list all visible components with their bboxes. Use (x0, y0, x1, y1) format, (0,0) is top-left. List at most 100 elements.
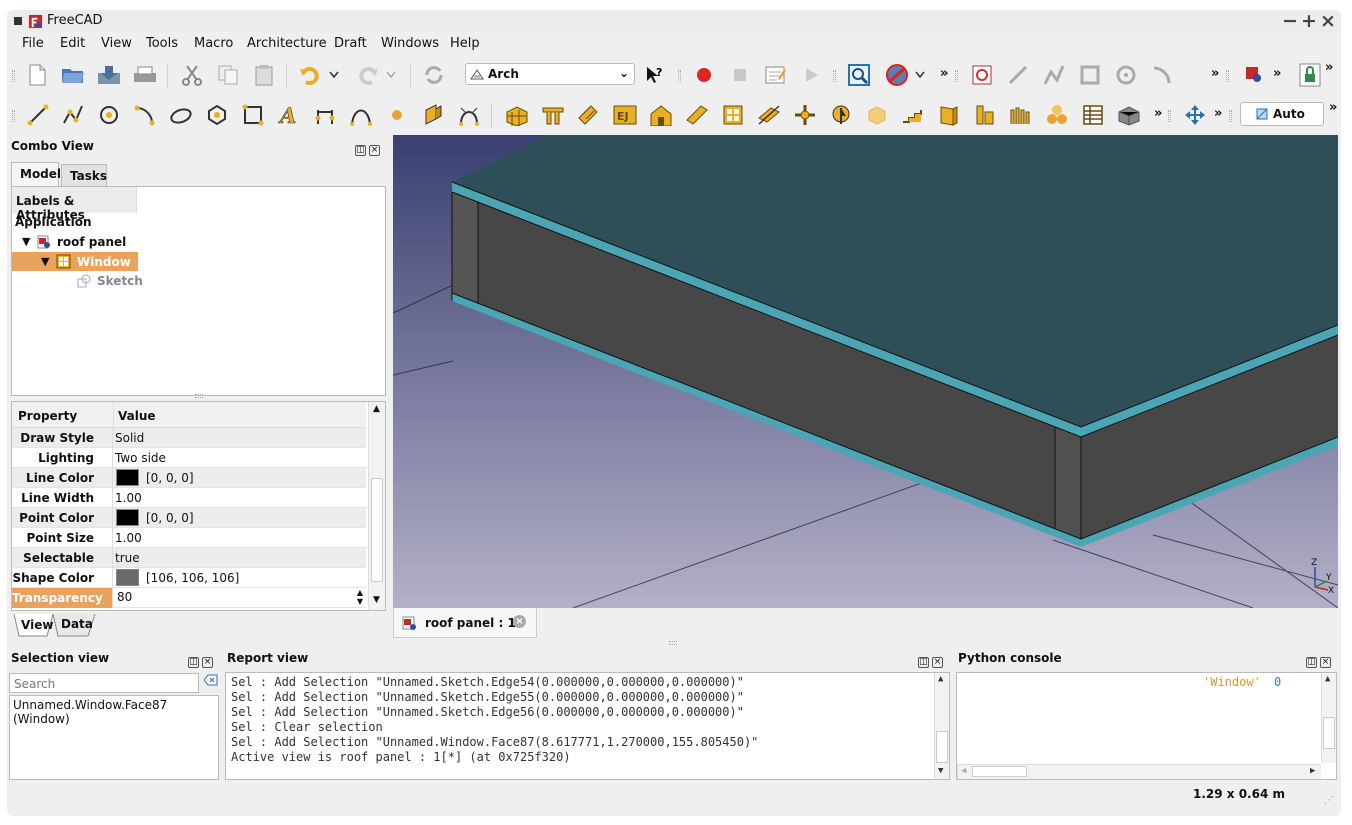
float-icon[interactable]: ◫ (1306, 657, 1317, 668)
toolbar-overflow-chevron-icon[interactable]: » (1154, 106, 1162, 121)
draft-line-icon[interactable] (25, 102, 51, 128)
undo-icon[interactable] (297, 62, 323, 88)
draft-ellipse-icon[interactable] (168, 102, 194, 128)
property-row-line-color[interactable]: Line Color [0, 0, 0] (12, 468, 366, 488)
scrollbar-thumb[interactable] (371, 478, 383, 582)
toolbar-overflow-chevron-icon[interactable]: » (1329, 100, 1337, 115)
transparency-input[interactable]: 80 (115, 590, 363, 606)
python-console[interactable]: 'Window' 0 ▲ ◀ ▶ (956, 672, 1337, 780)
tree-item-window[interactable]: ▼ Window (12, 252, 138, 271)
close-icon[interactable]: × (1320, 657, 1331, 668)
close-icon[interactable]: × (202, 657, 213, 668)
draft-circle-icon[interactable] (96, 102, 122, 128)
close-icon[interactable]: × (369, 145, 380, 156)
tab-tasks[interactable]: Tasks (61, 164, 107, 188)
freecad-part-icon[interactable] (1241, 62, 1267, 88)
cut-icon[interactable] (179, 62, 205, 88)
open-file-icon[interactable] (60, 62, 86, 88)
copy-icon[interactable] (215, 62, 241, 88)
close-button[interactable]: × (1320, 10, 1336, 32)
menu-tools[interactable]: Tools (146, 36, 178, 51)
redo-icon[interactable] (355, 62, 381, 88)
lock-icon[interactable] (1297, 62, 1323, 88)
chevron-up-icon[interactable]: ▲ (373, 404, 380, 414)
tree-expand-icon[interactable]: ▼ (22, 235, 30, 248)
arch-frame-icon[interactable] (1008, 102, 1034, 128)
tree-item-sketch[interactable]: Sketch (12, 272, 387, 291)
fit-all-icon[interactable] (846, 62, 872, 88)
scrollbar-thumb[interactable] (1323, 717, 1335, 749)
property-row-lighting[interactable]: Lighting Two side (12, 448, 366, 468)
workbench-selector[interactable]: Arch ⌄ (465, 63, 635, 85)
arch-floor-icon[interactable] (684, 102, 710, 128)
draft-arc-icon[interactable] (132, 102, 158, 128)
chevron-right-icon[interactable]: ▶ (1310, 766, 1315, 776)
chevron-up-icon[interactable]: ▲ (1325, 674, 1330, 684)
scrollbar-thumb[interactable] (972, 766, 1027, 777)
toolbar-overflow-chevron-icon[interactable]: » (1273, 66, 1281, 81)
toolbar-grip[interactable] (955, 70, 958, 82)
property-row-draw-style[interactable]: Draw Style Solid (12, 428, 366, 448)
splitter-handle[interactable] (669, 641, 677, 645)
menu-architecture[interactable]: Architecture (247, 36, 327, 51)
new-page-icon[interactable] (969, 62, 995, 88)
arch-section-plane-icon[interactable] (792, 102, 818, 128)
arch-space-icon[interactable] (864, 102, 890, 128)
arch-panel-icon[interactable] (936, 102, 962, 128)
arch-stairs-icon[interactable] (900, 102, 926, 128)
close-icon[interactable]: × (932, 657, 943, 668)
toolbar-overflow-chevron-icon[interactable]: » (1325, 60, 1333, 75)
selection-list-item[interactable]: Unnamed.Window.Face87 (Window) (13, 698, 218, 726)
property-row-point-color[interactable]: Point Color [0, 0, 0] (12, 508, 366, 528)
draft-facebinder-icon[interactable] (420, 102, 446, 128)
draft-bezcurve-icon[interactable] (456, 102, 482, 128)
float-icon[interactable]: ◫ (355, 145, 366, 156)
draft-wire-icon[interactable] (60, 102, 86, 128)
window-menu-icon[interactable] (14, 17, 22, 25)
record-macro-icon[interactable] (691, 62, 717, 88)
draft-point-icon[interactable] (384, 102, 410, 128)
3d-viewport[interactable]: Z Y X (393, 135, 1338, 608)
property-row-transparency[interactable]: Transparency 80 ▲ ▼ (12, 588, 366, 608)
whats-this-icon[interactable]: ? (642, 62, 668, 88)
tab-view[interactable]: View (21, 618, 53, 632)
resize-grip-icon[interactable]: ⋰ (1324, 795, 1334, 806)
float-icon[interactable]: ◫ (188, 657, 199, 668)
save-icon[interactable] (96, 62, 122, 88)
paste-icon[interactable] (251, 62, 277, 88)
tree-expand-icon[interactable]: ▼ (41, 255, 49, 268)
scrollbar-thumb[interactable] (936, 731, 948, 763)
print-icon[interactable] (132, 62, 158, 88)
arch-site-icon[interactable] (828, 102, 854, 128)
splitter-handle[interactable] (195, 394, 203, 398)
arch-rebar-icon[interactable] (576, 102, 602, 128)
arch-structure-icon[interactable] (540, 102, 566, 128)
maximize-button[interactable]: + (1301, 10, 1317, 32)
construction-mode-button[interactable]: Auto (1240, 102, 1324, 126)
spin-arrows-icon[interactable]: ▲ ▼ (357, 588, 363, 606)
toolbar-grip[interactable] (833, 70, 836, 82)
wire-circle-icon[interactable] (1113, 62, 1139, 88)
toolbar-overflow-chevron-icon[interactable]: » (940, 66, 948, 81)
arch-bim-icon[interactable]: EJ (612, 102, 638, 128)
refresh-icon[interactable] (421, 62, 447, 88)
arch-wall-icon[interactable] (504, 102, 530, 128)
wire-rectangle-icon[interactable] (1077, 62, 1103, 88)
menu-draft[interactable]: Draft (334, 36, 367, 51)
move-icon[interactable] (1182, 102, 1208, 128)
arch-axis-icon[interactable] (756, 102, 782, 128)
wire-line-icon[interactable] (1005, 62, 1031, 88)
report-scrollbar[interactable]: ▲ ▼ (934, 673, 949, 779)
redo-dropdown-chevron-down-icon[interactable] (384, 62, 398, 88)
arch-material-icon[interactable] (1044, 102, 1070, 128)
draft-polygon-icon[interactable] (204, 102, 230, 128)
toolbar-grip[interactable] (12, 110, 15, 122)
arch-component-icon[interactable] (1116, 102, 1142, 128)
arch-schedule-icon[interactable] (1080, 102, 1106, 128)
property-row-shape-color[interactable]: Shape Color [106, 106, 106] (12, 568, 366, 588)
chevron-down-icon[interactable]: ▼ (373, 595, 380, 605)
toolbar-overflow-chevron-icon[interactable]: » (1214, 106, 1222, 121)
tab-data[interactable]: Data (61, 617, 93, 631)
menu-macro[interactable]: Macro (194, 36, 233, 51)
new-file-icon[interactable] (24, 62, 50, 88)
